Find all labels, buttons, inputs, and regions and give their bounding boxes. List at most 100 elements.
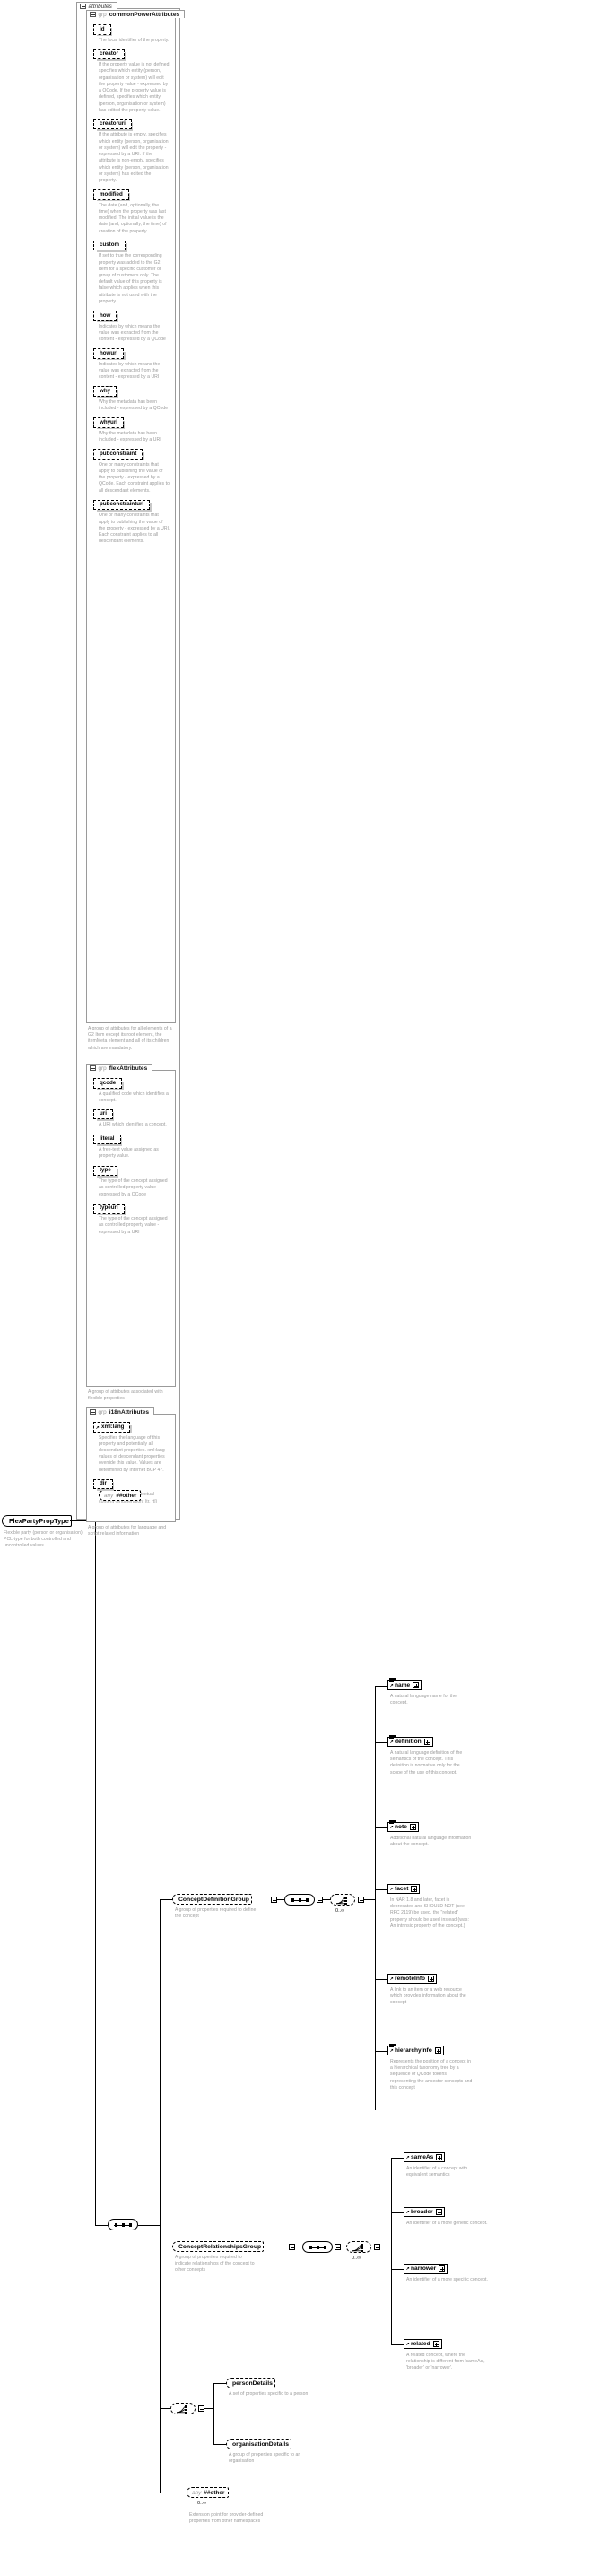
attribute-why[interactable]: why: [93, 386, 118, 398]
group-ref-box[interactable]: ConceptDefinitionGroup: [172, 1894, 254, 1906]
choice-icon[interactable]: [170, 2403, 197, 2416]
group-commonPowerAttributes-tab[interactable]: grp commonPowerAttributes: [86, 10, 186, 18]
element-doc: An identifier of a concept with equivale…: [406, 2166, 468, 2178]
element-box[interactable]: ↗ broader: [404, 2207, 446, 2219]
attribute-uri[interactable]: uri: [93, 1108, 115, 1121]
any-element-node[interactable]: any ##other 0..∞ Extension point for pro…: [187, 2487, 272, 2525]
element-name[interactable]: ↗ name A natural language name for the c…: [387, 1678, 473, 1706]
collapse-icon[interactable]: [90, 1408, 96, 1415]
attribute-literal[interactable]: literal: [93, 1134, 122, 1146]
element-label: note: [395, 1824, 407, 1830]
element-box[interactable]: ↗ sameAs: [404, 2152, 448, 2164]
connector-line: [277, 1899, 284, 1900]
group-i18nAttributes-tab[interactable]: grp i18nAttributes: [86, 1407, 155, 1415]
group-commonPowerAttributes: grp commonPowerAttributes id The local i…: [86, 10, 186, 1052]
sequence-icon[interactable]: [284, 1894, 317, 1907]
group-flexAttributes-panel: grp flexAttributes qcode A qualified cod…: [86, 1064, 176, 1387]
group-ref-box[interactable]: personDetails: [226, 2378, 277, 2390]
group-ref-personDetails[interactable]: personDetails A set of properties specif…: [226, 2378, 311, 2397]
expand-toggle[interactable]: [374, 2244, 380, 2250]
element-remoteInfo[interactable]: ↗ remoteInfo A link to an item or a web …: [387, 1974, 473, 2007]
group-ref-ConceptRelationshipsGroup[interactable]: ConceptRelationshipsGroup A group of pro…: [172, 2241, 266, 2274]
expand-icon[interactable]: [409, 1824, 416, 1830]
any-attribute-node[interactable]: any ##other: [99, 1490, 143, 1503]
attribute-dir[interactable]: dir: [93, 1478, 115, 1491]
attribute-custom[interactable]: custom: [93, 240, 127, 252]
sequence-icon[interactable]: [108, 2219, 140, 2232]
element-label: remoteInfo: [395, 1976, 426, 1982]
attribute-howuri[interactable]: howuri: [93, 348, 126, 360]
element-box[interactable]: ↗ hierarchyInfo: [387, 2043, 446, 2057]
element-box[interactable]: ↗ facet: [387, 1884, 422, 1896]
expand-toggle[interactable]: [317, 1897, 323, 1903]
expand-icon[interactable]: [436, 2154, 443, 2160]
expand-icon[interactable]: [434, 2047, 441, 2054]
element-facet[interactable]: ↗ facet In NAR 1.8 and later, facet is d…: [387, 1884, 473, 1930]
expand-toggle[interactable]: [335, 2244, 341, 2250]
element-note[interactable]: ↗ note Additional natural language infor…: [387, 1819, 473, 1848]
root-type-doc: Flexible party (person or organisation) …: [4, 1530, 83, 1549]
element-related[interactable]: ↗ related A related concept, where the r…: [404, 2339, 489, 2372]
group-ref-ConceptDefinitionGroup[interactable]: ConceptDefinitionGroup A group of proper…: [172, 1894, 257, 1920]
expand-icon[interactable]: [411, 1886, 418, 1892]
collapse-icon[interactable]: [80, 3, 86, 10]
attribute-type[interactable]: type: [93, 1165, 118, 1178]
attribute-howuri-doc: Indicates by which means the value was e…: [99, 361, 161, 381]
expand-icon[interactable]: [423, 1739, 430, 1745]
attribute-id[interactable]: id: [93, 24, 112, 36]
expand-toggle[interactable]: [358, 1897, 364, 1903]
attribute-why-doc: Why the metadata has been included - exp…: [99, 399, 169, 412]
sequence-icon[interactable]: [302, 2241, 335, 2255]
expand-icon[interactable]: [439, 2265, 446, 2272]
expand-toggle[interactable]: [289, 2244, 295, 2250]
element-definition[interactable]: ↗ definition A natural language definiti…: [387, 1734, 473, 1776]
element-hierarchyInfo[interactable]: ↗ hierarchyInfo Represents the position …: [387, 2043, 473, 2091]
root-type-box[interactable]: FlexPartyPropType: [2, 1515, 74, 1529]
any-attribute-box[interactable]: any ##other: [99, 1490, 143, 1503]
expand-icon[interactable]: [428, 1976, 435, 1982]
element-broader[interactable]: ↗ broader An identifier of a more generi…: [404, 2207, 489, 2227]
conceptrelationships-sequence[interactable]: [302, 2241, 335, 2255]
attribute-xml-lang[interactable]: ↗ xml:lang: [93, 1422, 133, 1433]
element-box[interactable]: ↗ definition: [387, 1734, 434, 1748]
group-ref-box[interactable]: ConceptRelationshipsGroup: [172, 2241, 266, 2254]
expand-icon[interactable]: [432, 2341, 439, 2347]
group-ref-organisationDetails[interactable]: organisationDetails A group of propertie…: [226, 2439, 311, 2465]
element-box[interactable]: ↗ narrower: [404, 2264, 449, 2275]
details-choice[interactable]: [170, 2403, 197, 2416]
element-box[interactable]: ↗ name: [387, 1678, 423, 1692]
group-ref-box[interactable]: organisationDetails: [226, 2439, 294, 2451]
attribute-qcode[interactable]: qcode: [93, 1078, 124, 1090]
attribute-whyuri[interactable]: whyuri: [93, 417, 126, 429]
group-flexAttributes-tab[interactable]: grp flexAttributes: [86, 1064, 153, 1072]
conceptdefinition-choice[interactable]: 0..∞: [330, 1894, 357, 1914]
element-narrower[interactable]: ↗ narrower An identifier of a more speci…: [404, 2264, 489, 2283]
element-box[interactable]: ↗ note: [387, 1819, 421, 1834]
collapse-icon[interactable]: [90, 11, 96, 18]
any-element-box[interactable]: any ##other: [187, 2487, 231, 2500]
attribute-creator[interactable]: creator: [93, 48, 126, 61]
attribute-creatoruri[interactable]: creatoruri: [93, 118, 134, 131]
choice-icon[interactable]: [330, 1894, 357, 1907]
attribute-typeuri[interactable]: typeuri: [93, 1203, 126, 1215]
attribute-name: why: [100, 387, 111, 394]
attribute-how[interactable]: how: [93, 311, 119, 322]
element-doc: Represents the position of a concept in …: [390, 2059, 473, 2090]
collapse-icon[interactable]: [90, 1065, 96, 1072]
choice-icon[interactable]: [346, 2241, 373, 2255]
expand-icon[interactable]: [413, 1682, 420, 1688]
element-box[interactable]: ↗ remoteInfo: [387, 1974, 439, 1985]
attributes-panel-tab[interactable]: attributes: [76, 2, 117, 10]
expand-icon[interactable]: [435, 2209, 442, 2215]
element-box[interactable]: ↗ related: [404, 2339, 443, 2351]
root-sequence-node[interactable]: [108, 2219, 140, 2232]
attribute-modified[interactable]: modified: [93, 189, 131, 201]
expand-toggle[interactable]: [271, 1897, 277, 1903]
element-sameAs[interactable]: ↗ sameAs An identifier of a concept with…: [404, 2152, 489, 2178]
attribute-pubconstraint[interactable]: pubconstraint: [93, 449, 145, 460]
conceptdefinition-sequence[interactable]: [284, 1894, 317, 1907]
attribute-pubconstrainturi[interactable]: pubconstrainturi: [93, 499, 152, 512]
conceptrelationships-choice[interactable]: 0..∞: [346, 2241, 373, 2261]
group-ref-doc: A group of properites required to indica…: [175, 2255, 255, 2274]
expand-toggle[interactable]: [198, 2405, 204, 2412]
